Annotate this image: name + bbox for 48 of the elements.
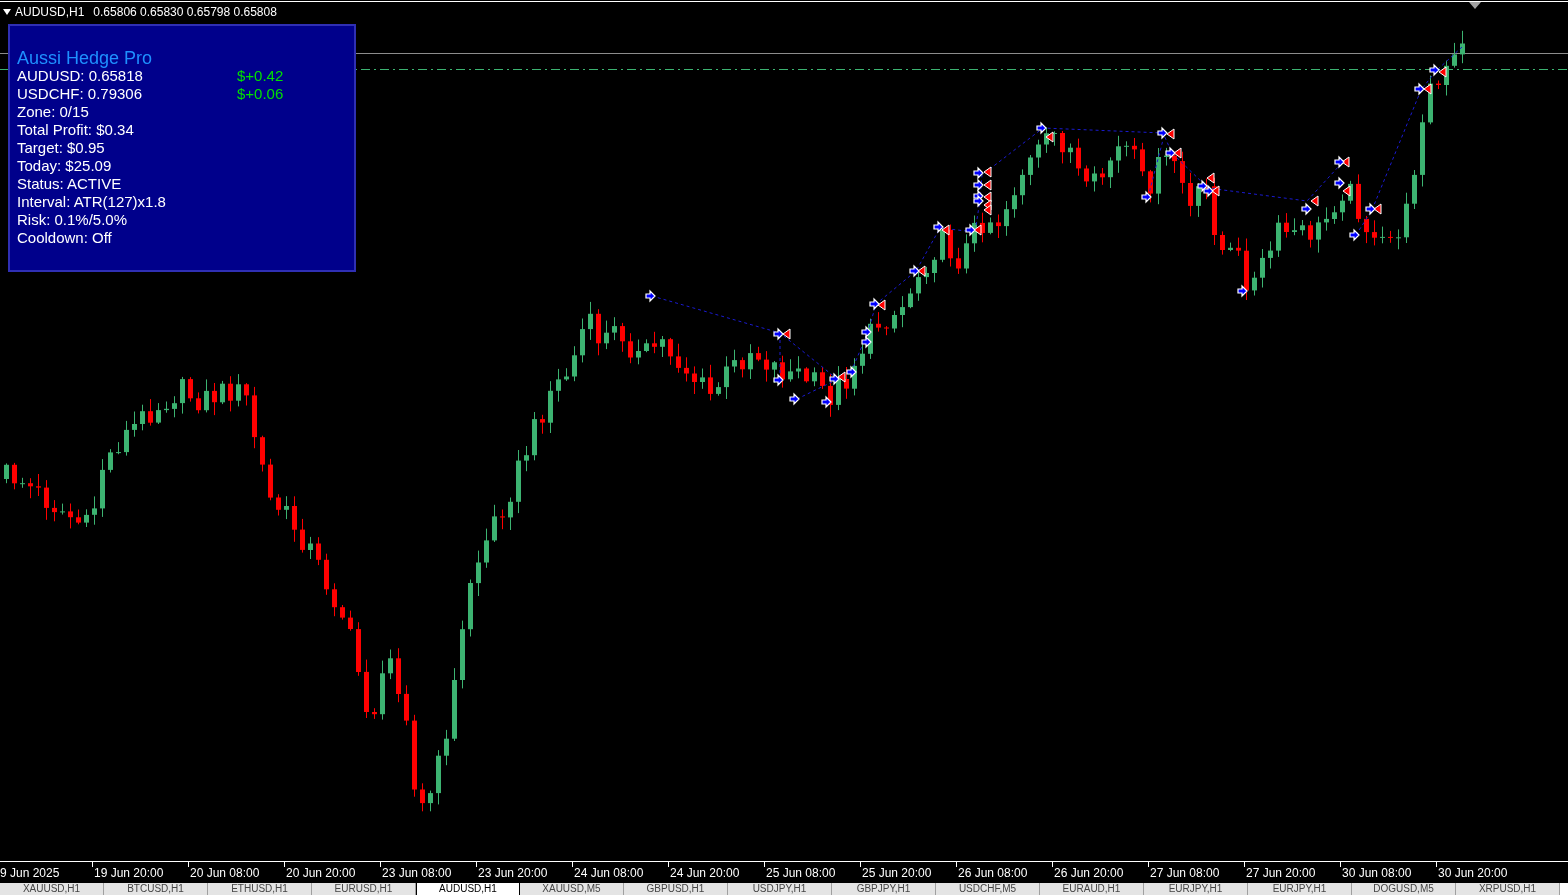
ohlc-prices: 0.65806 0.65830 0.65798 0.65808 (93, 5, 277, 19)
time-label: 26 Jun 20:00 (1054, 866, 1124, 880)
triangle-marker-icon (1469, 2, 1481, 9)
panel-line: Total Profit: $0.34 (17, 121, 134, 139)
chart-tab[interactable]: EURJPY,H1 (1144, 883, 1248, 895)
panel-title: Aussi Hedge Pro (17, 50, 153, 67)
caret-icon[interactable] (3, 9, 11, 15)
chart-tab[interactable]: USDCHF,M5 (936, 883, 1040, 895)
chart-tab[interactable]: EURAUD,H1 (1040, 883, 1144, 895)
chart-tab[interactable]: EURJPY,H1 (1248, 883, 1352, 895)
time-label: 26 Jun 08:00 (958, 866, 1028, 880)
time-label: 24 Jun 08:00 (574, 866, 644, 880)
time-label: 19 Jun 20:00 (94, 866, 164, 880)
chart-tab[interactable]: GBPUSD,H1 (624, 883, 728, 895)
panel-line: Target: $0.95 (17, 139, 105, 157)
chart-tab[interactable]: XRPUSD,H1 (1456, 883, 1560, 895)
time-label: 25 Jun 08:00 (766, 866, 836, 880)
time-label: 27 Jun 08:00 (1150, 866, 1220, 880)
time-label: 9 Jun 2025 (0, 866, 60, 880)
time-label: 20 Jun 08:00 (190, 866, 260, 880)
panel-line: Status: ACTIVE (17, 175, 122, 193)
chart-tab[interactable]: USDJPY,H1 (728, 883, 832, 895)
panel-line: AUDUSD: 0.65818 (17, 67, 143, 85)
profit-value: $+0.42 (237, 67, 284, 85)
time-label: 23 Jun 20:00 (478, 866, 548, 880)
panel-line: Risk: 0.1%/5.0% (17, 211, 128, 229)
panel-line: USDCHF: 0.79306 (17, 85, 143, 103)
time-label: 30 Jun 20:00 (1438, 866, 1508, 880)
panel-line: Cooldown: Off (17, 229, 112, 247)
chart-tab[interactable]: ETHUSD,H1 (208, 883, 312, 895)
time-label: 30 Jun 08:00 (1342, 866, 1412, 880)
profit-value: $+0.06 (237, 85, 284, 103)
chart-tab[interactable]: XAUUSD,H1 (0, 883, 104, 895)
time-label: 27 Jun 20:00 (1246, 866, 1316, 880)
time-label: 24 Jun 20:00 (670, 866, 740, 880)
panel-line: Interval: ATR(127)x1.8 (17, 193, 166, 211)
panel-line: Today: $25.09 (17, 157, 112, 175)
time-label: 25 Jun 20:00 (862, 866, 932, 880)
panel-line: Zone: 0/15 (17, 103, 89, 121)
chart-tab[interactable]: DOGUSD,M5 (1352, 883, 1456, 895)
chart-tab[interactable]: XAUUSD,M5 (520, 883, 624, 895)
chart-symbol: AUDUSD,H1 (15, 5, 85, 19)
chart-tab[interactable]: GBPJPY,H1 (832, 883, 936, 895)
time-label: 23 Jun 08:00 (382, 866, 452, 880)
chart-tab[interactable]: BTCUSD,H1 (104, 883, 208, 895)
chart-tab[interactable]: AUDUSD,H1 (416, 883, 520, 895)
chart-tab[interactable]: EURUSD,H1 (312, 883, 416, 895)
time-label: 20 Jun 20:00 (286, 866, 356, 880)
